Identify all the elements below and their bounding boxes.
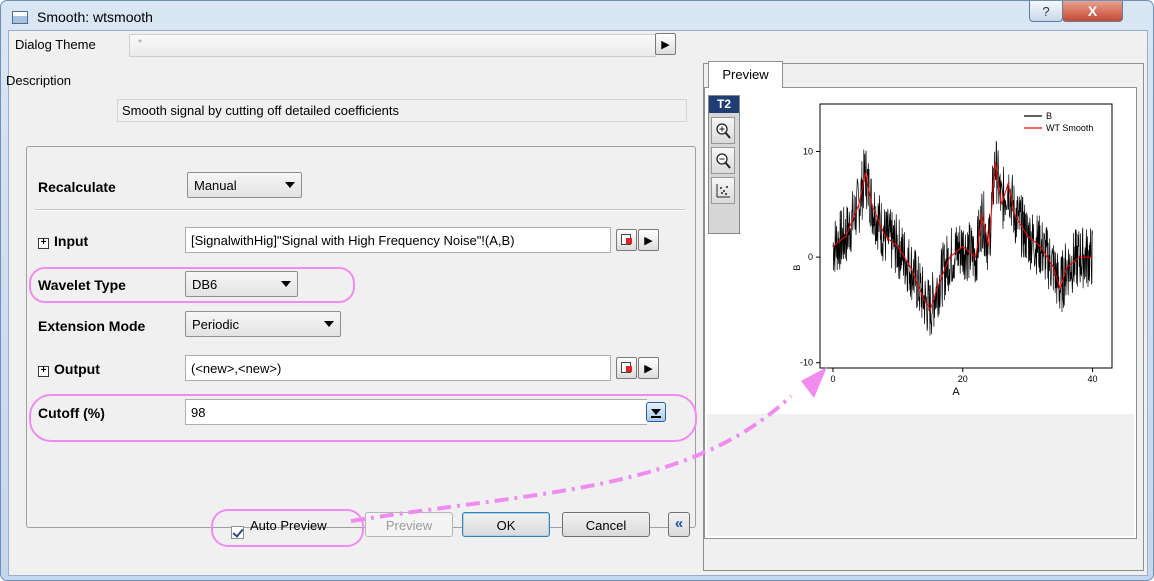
extension-mode-select[interactable]: Periodic (185, 311, 341, 337)
graph-toolbar: T2 (708, 95, 740, 234)
dialog-theme-label: Dialog Theme (15, 37, 96, 52)
description-text: Smooth signal by cutting off detailed co… (117, 99, 687, 122)
input-label-text: Input (54, 233, 89, 249)
toolbar-badge: T2 (709, 96, 739, 113)
extension-mode-label: Extension Mode (38, 318, 146, 334)
expand-icon[interactable]: + (38, 366, 49, 377)
expand-icon[interactable]: + (38, 238, 49, 249)
output-label[interactable]: + Output (38, 361, 100, 377)
preview-empty-area (707, 414, 1134, 536)
output-label-text: Output (54, 361, 100, 377)
dialog-window: Smooth: wtsmooth ? X Dialog Theme * ▶ De… (0, 0, 1154, 581)
arrow-marker-icon (626, 366, 632, 372)
rescale-icon[interactable] (711, 177, 735, 204)
output-range-field[interactable]: (<new>,<new>) (185, 355, 611, 381)
output-pick-range-button[interactable] (616, 357, 637, 379)
tab-preview[interactable]: Preview (708, 61, 783, 88)
zoom-out-icon[interactable] (711, 147, 735, 174)
preview-button[interactable]: Preview (365, 512, 453, 537)
input-range-field[interactable]: [SignalwithHig]"Signal with High Frequen… (185, 227, 611, 253)
x-tick-label: 40 (1088, 374, 1098, 384)
help-button[interactable]: ? (1029, 1, 1063, 22)
input-arrow-button[interactable]: ▶ (638, 229, 659, 251)
recalculate-label: Recalculate (38, 179, 116, 195)
app-icon (12, 11, 28, 24)
chevron-down-icon (324, 321, 334, 327)
x-axis-label: A (952, 386, 960, 398)
y-tick-label: 0 (808, 252, 813, 262)
collapse-button[interactable]: « (668, 512, 690, 537)
y-tick-label: -10 (800, 358, 813, 368)
x-tick-label: 0 (830, 374, 835, 384)
cutoff-highlight (29, 394, 697, 442)
preview-chart[interactable]: 0 20 40 -10 0 10 A B B WT Smooth (768, 94, 1131, 414)
y-axis-label: B (792, 265, 802, 271)
input-pick-range-button[interactable] (616, 229, 637, 251)
divider (35, 209, 685, 211)
plot-frame (819, 103, 1113, 369)
recalculate-value: Manual (194, 178, 237, 193)
settings-panel: Recalculate Manual + Input [SignalwithHig… (26, 146, 696, 528)
zoom-in-icon[interactable] (711, 117, 735, 144)
input-label[interactable]: + Input (38, 233, 88, 249)
output-arrow-button[interactable]: ▶ (638, 357, 659, 379)
preview-graph[interactable]: 0 20 40 -10 0 10 A B B WT Smooth (768, 94, 1131, 414)
window-title: Smooth: wtsmooth (37, 9, 153, 25)
dialog-theme-field[interactable]: * (129, 34, 656, 57)
y-tick-label: 10 (803, 147, 813, 157)
auto-preview-label[interactable]: Auto Preview (250, 518, 327, 533)
cancel-button[interactable]: Cancel (562, 512, 650, 537)
close-button[interactable]: X (1062, 1, 1123, 22)
legend-smooth-label: WT Smooth (1046, 123, 1093, 133)
chevron-down-icon (285, 182, 295, 188)
recalculate-select[interactable]: Manual (187, 172, 302, 198)
x-tick-label: 20 (958, 374, 968, 384)
title-bar[interactable]: Smooth: wtsmooth ? X (1, 1, 1153, 31)
dialog-theme-arrow-button[interactable]: ▶ (655, 33, 676, 55)
arrow-marker-icon (626, 238, 632, 244)
description-label: Description (6, 73, 72, 88)
wavelet-type-highlight (29, 267, 355, 303)
extension-mode-value: Periodic (192, 317, 239, 332)
ok-button[interactable]: OK (462, 512, 550, 537)
legend-b-label: B (1046, 111, 1052, 121)
auto-preview-checkbox[interactable] (231, 526, 244, 539)
